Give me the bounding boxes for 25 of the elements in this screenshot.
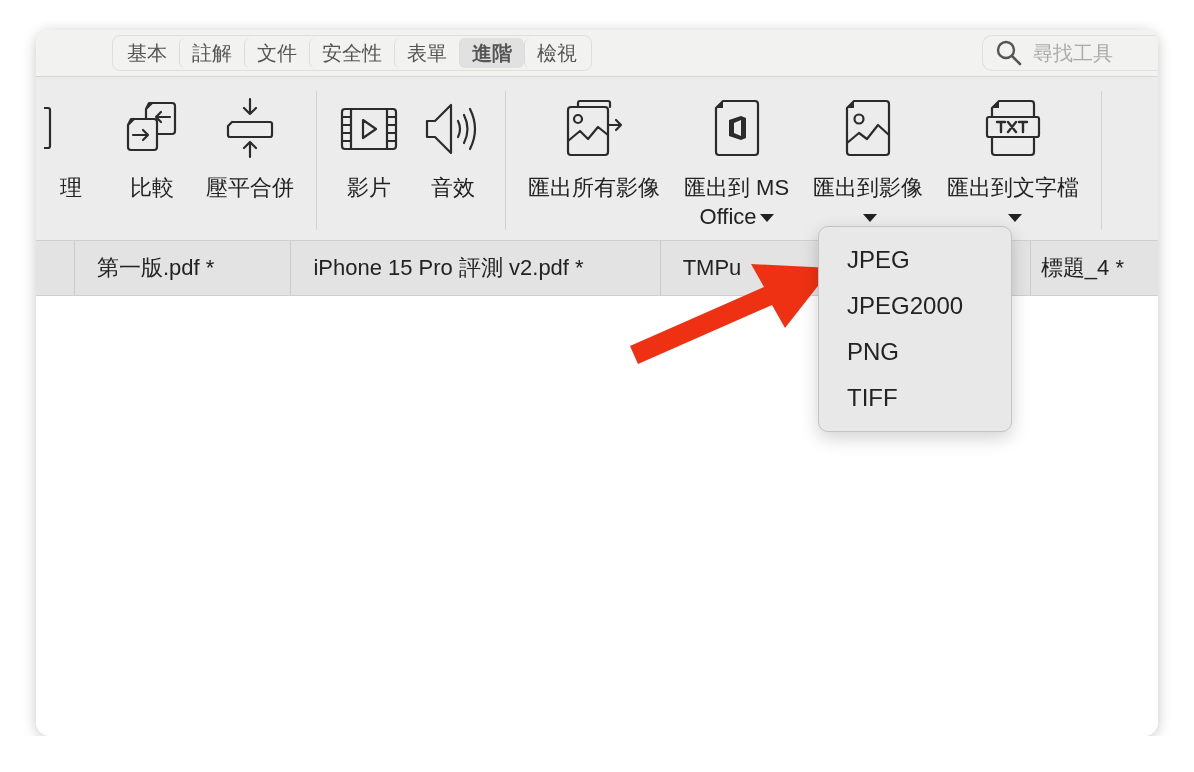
toolbar-button[interactable]: 比較: [114, 97, 190, 202]
document-tab[interactable]: iPhone 15 Pro 評測 v2.pdf *: [291, 241, 661, 295]
category-tab[interactable]: 檢視: [524, 38, 589, 68]
search-icon: [996, 40, 1022, 66]
search-field[interactable]: 尋找工具: [982, 35, 1158, 71]
menu-item[interactable]: JPEG2000: [819, 283, 1011, 329]
toolbar-button[interactable]: 理: [36, 97, 106, 202]
images-export-icon: [564, 97, 624, 159]
toolbar-button[interactable]: 影片: [331, 97, 407, 202]
category-tab[interactable]: 註解: [179, 38, 244, 68]
menu-item[interactable]: PNG: [819, 329, 1011, 375]
document-tab[interactable]: 第一版.pdf *: [75, 241, 292, 295]
toolbar-button[interactable]: 匯出所有影像: [520, 97, 668, 202]
toolbar-button[interactable]: 壓平合併: [198, 97, 302, 202]
document-tab[interactable]: 標題_4 *: [1030, 241, 1158, 295]
toolbar-button[interactable]: 匯出到影像: [805, 97, 932, 231]
toolbar-button[interactable]: 匯出到 MS Office: [676, 97, 798, 231]
category-tab[interactable]: 安全性: [309, 38, 394, 68]
category-tab[interactable]: 進階: [459, 38, 524, 68]
menu-item[interactable]: TIFF: [819, 375, 1011, 421]
document-icon: [44, 106, 52, 150]
category-tab[interactable]: 基本: [115, 38, 179, 68]
toolbar-button[interactable]: 音效: [415, 97, 491, 202]
category-tab[interactable]: 文件: [244, 38, 309, 68]
menu-item[interactable]: JPEG: [819, 237, 1011, 283]
